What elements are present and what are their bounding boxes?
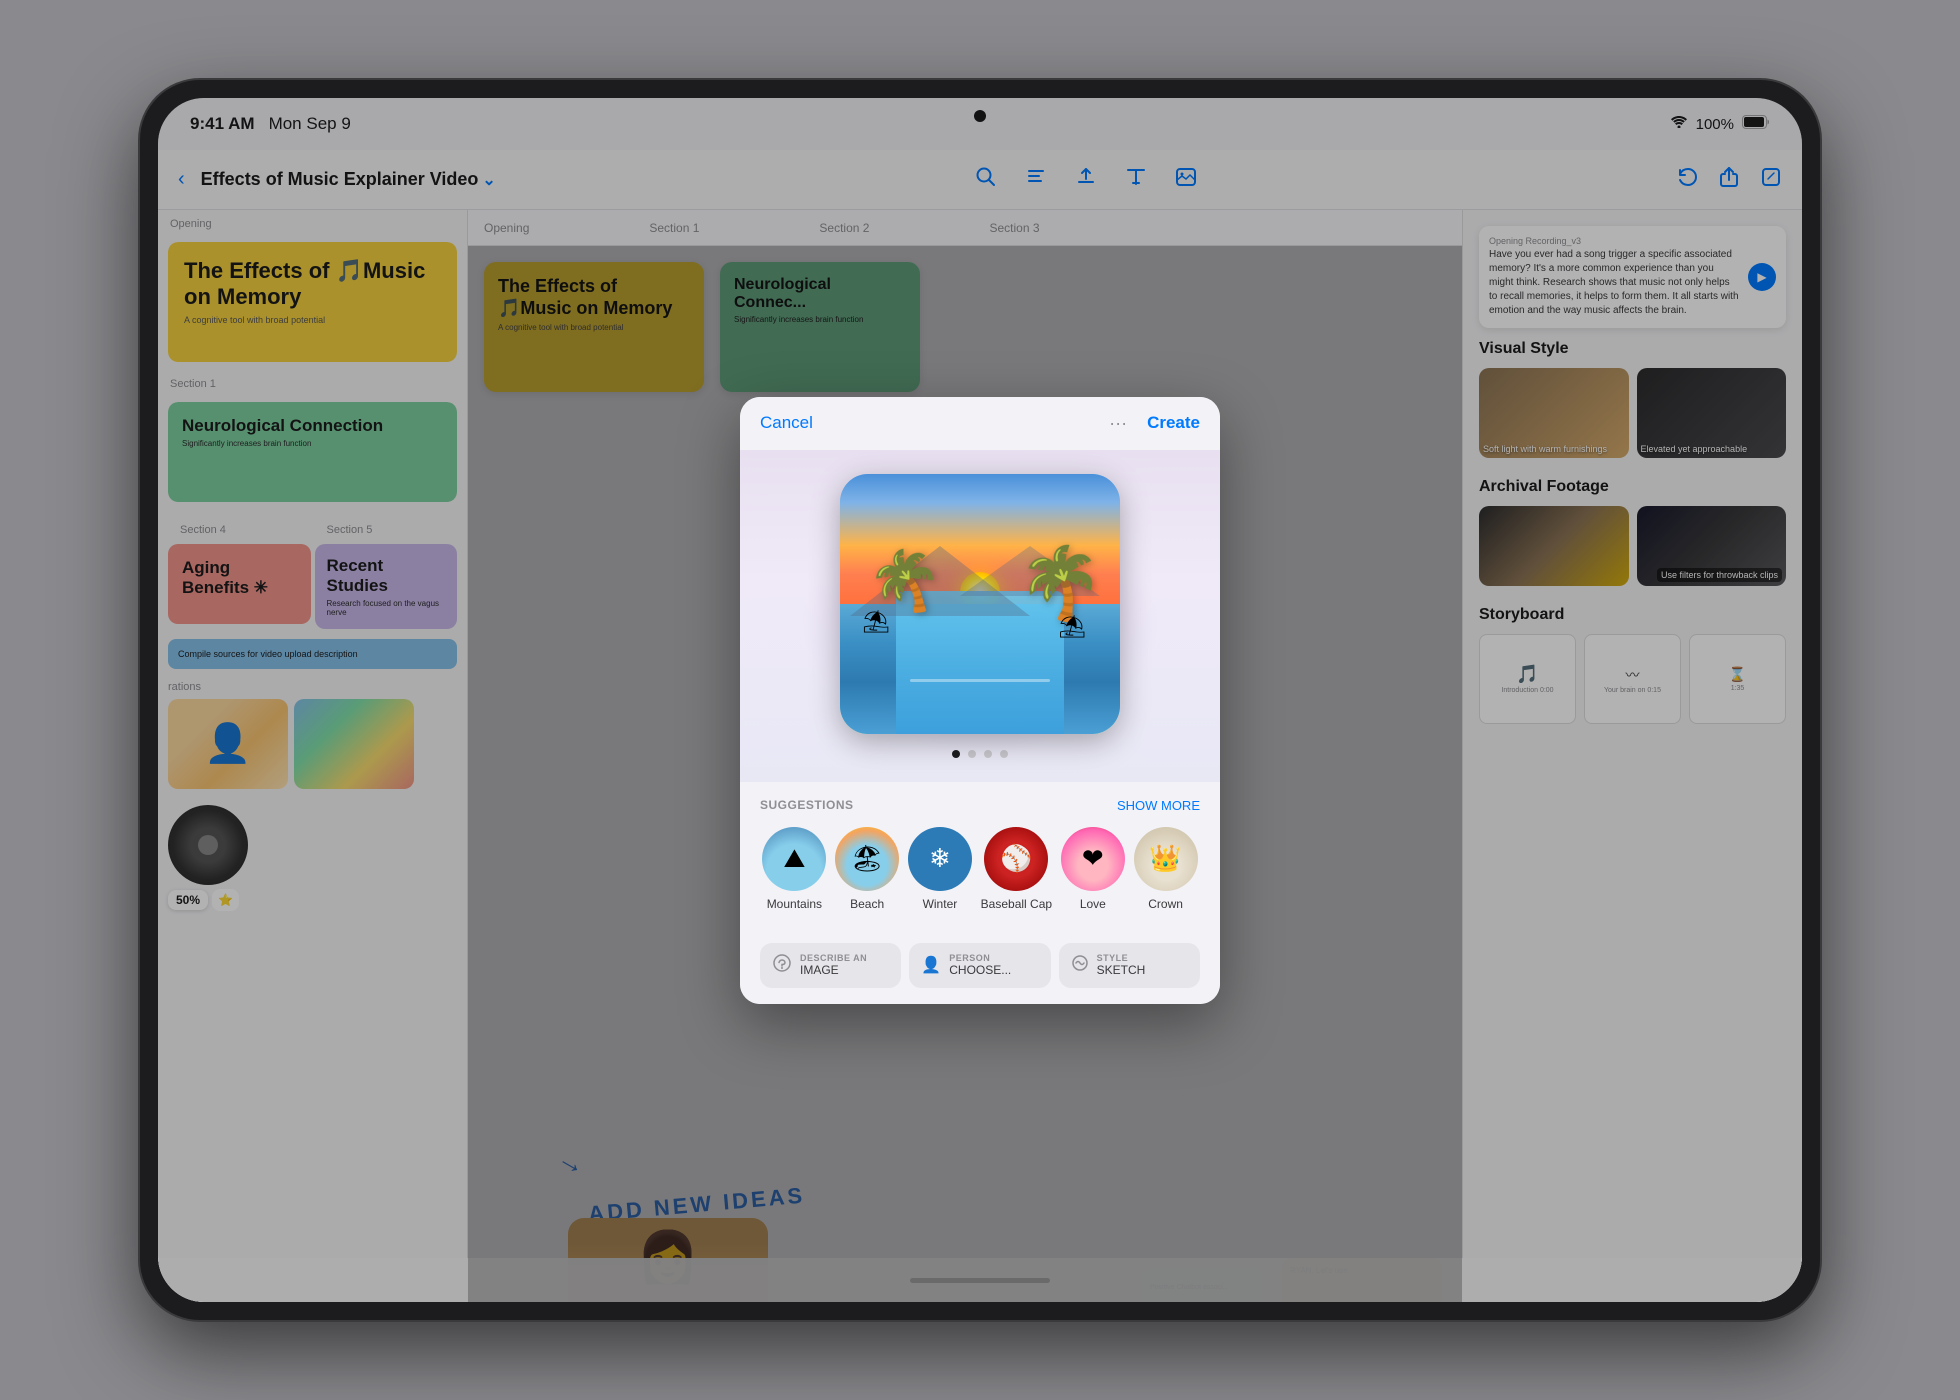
- suggestion-beach-icon: 🏖: [835, 827, 899, 891]
- person-sublabel: CHOOSE...: [949, 963, 1011, 977]
- style-option[interactable]: STYLE SKETCH: [1059, 943, 1200, 988]
- suggestions-label: SUGGESTIONS: [760, 798, 854, 812]
- suggestion-beach[interactable]: 🏖 Beach: [835, 827, 899, 911]
- suggestion-crown-icon: 👑: [1134, 827, 1198, 891]
- suggestion-crown-label: Crown: [1148, 897, 1183, 911]
- suggestions-section: SUGGESTIONS SHOW MORE ⛰ Mountains: [740, 782, 1220, 943]
- dot-4[interactable]: [1000, 750, 1008, 758]
- suggestion-winter-icon: ❄: [908, 827, 972, 891]
- suggestion-crown[interactable]: 👑 Crown: [1134, 827, 1198, 911]
- suggestion-mountains-label: Mountains: [767, 897, 822, 911]
- suggestion-baseball-icon: ⚾: [984, 827, 1048, 891]
- suggestion-love-icon: ❤: [1061, 827, 1125, 891]
- dot-2[interactable]: [968, 750, 976, 758]
- style-sublabel: SKETCH: [1097, 963, 1146, 977]
- suggestion-baseball-label: Baseball Cap: [981, 897, 1052, 911]
- describe-sublabel: IMAGE: [800, 963, 867, 977]
- style-icon: [1071, 954, 1089, 977]
- device-screen: 9:41 AM Mon Sep 9 100%: [158, 98, 1802, 1302]
- describe-label: DESCRIBE AN: [800, 953, 867, 963]
- dot-3[interactable]: [984, 750, 992, 758]
- device-frame: 9:41 AM Mon Sep 9 100%: [140, 80, 1820, 1320]
- modal-overlay: Cancel ··· Create: [158, 98, 1802, 1302]
- suggestion-winter-label: Winter: [923, 897, 958, 911]
- create-button[interactable]: Create: [1147, 413, 1200, 433]
- scene-umbrella-left: ⛱: [862, 609, 890, 635]
- describe-image-option[interactable]: DESCRIBE AN IMAGE: [760, 943, 901, 988]
- style-label: STYLE: [1097, 953, 1146, 963]
- describe-icon: [772, 953, 792, 978]
- person-option[interactable]: 👤 PERSON CHOOSE...: [909, 943, 1050, 988]
- generated-image-preview: 🌴 🌴 ⛱ ⛱: [840, 474, 1120, 734]
- suggestions-header: SUGGESTIONS SHOW MORE: [760, 798, 1200, 813]
- suggestion-baseball-cap[interactable]: ⚾ Baseball Cap: [981, 827, 1052, 911]
- pagination-dots: [952, 750, 1008, 758]
- person-label: PERSON: [949, 953, 1011, 963]
- pool-edge: [910, 679, 1050, 682]
- person-icon: 👤: [921, 955, 941, 975]
- describe-content: DESCRIBE AN IMAGE: [800, 953, 867, 977]
- modal-more-icon[interactable]: ···: [1109, 413, 1127, 434]
- show-more-button[interactable]: SHOW MORE: [1117, 798, 1200, 813]
- suggestion-winter[interactable]: ❄ Winter: [908, 827, 972, 911]
- suggestion-mountains[interactable]: ⛰ Mountains: [762, 827, 826, 911]
- bottom-options: DESCRIBE AN IMAGE 👤 PERSON CHOOSE...: [740, 943, 1220, 1004]
- suggestions-grid: ⛰ Mountains 🏖 Beach ❄: [760, 827, 1200, 911]
- suggestion-beach-label: Beach: [850, 897, 884, 911]
- suggestion-love[interactable]: ❤ Love: [1061, 827, 1125, 911]
- cancel-button[interactable]: Cancel: [760, 413, 813, 433]
- suggestion-mountains-icon: ⛰: [762, 827, 826, 891]
- image-generation-modal: Cancel ··· Create: [740, 397, 1220, 1004]
- scene-umbrella-right: ⛱: [1058, 614, 1086, 640]
- image-preview-area: 🌴 🌴 ⛱ ⛱: [740, 450, 1220, 782]
- style-content: STYLE SKETCH: [1097, 953, 1146, 977]
- person-content: PERSON CHOOSE...: [949, 953, 1011, 977]
- modal-header: Cancel ··· Create: [740, 397, 1220, 450]
- dot-1[interactable]: [952, 750, 960, 758]
- suggestion-love-label: Love: [1080, 897, 1106, 911]
